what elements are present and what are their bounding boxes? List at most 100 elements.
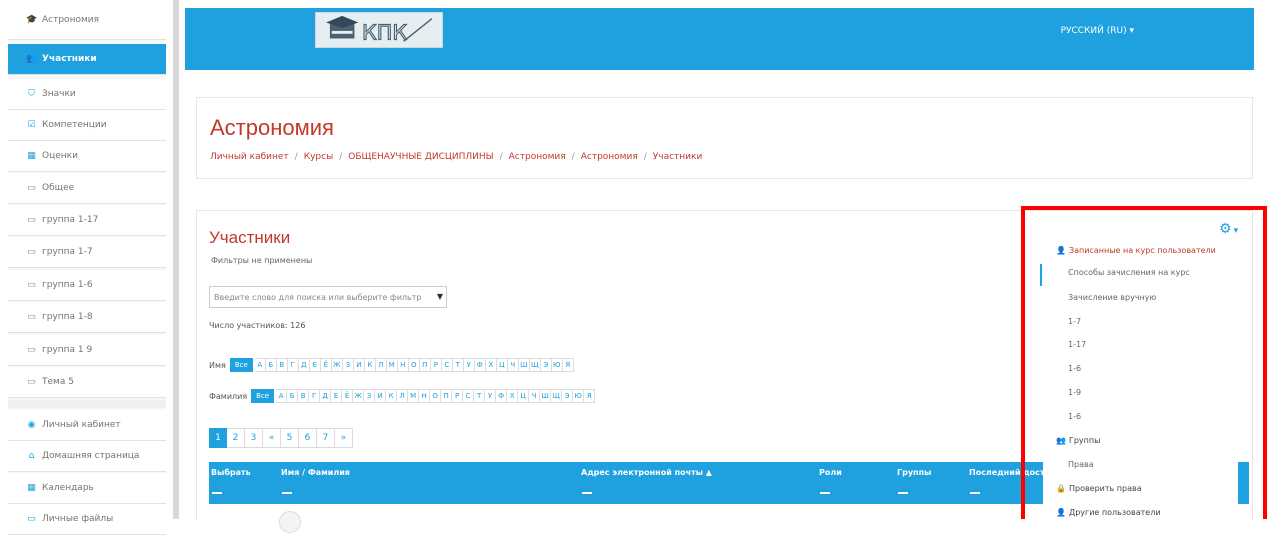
letter-filter[interactable]: И xyxy=(353,358,365,372)
letter-filter[interactable]: Э xyxy=(540,358,552,372)
sidebar-nav-item[interactable]: ◉ Личный кабинет xyxy=(8,410,166,441)
letter-filter[interactable]: И xyxy=(375,389,387,403)
letter-filter[interactable]: Э xyxy=(562,389,574,403)
letter-filter[interactable]: У xyxy=(463,358,475,372)
menu-item[interactable]: Способы зачисления на курс xyxy=(1043,263,1238,281)
letter-filter[interactable]: В xyxy=(276,358,288,372)
letter-filter[interactable]: Ц xyxy=(518,389,530,403)
letter-filter[interactable]: З xyxy=(342,358,354,372)
sidebar-scroll-strip[interactable] xyxy=(173,0,179,519)
page-link[interactable]: 1 xyxy=(209,428,227,448)
breadcrumb-link[interactable]: Астрономия xyxy=(509,152,566,162)
letter-filter[interactable]: Ш xyxy=(518,358,530,372)
sidebar-item[interactable]: ▭ группа 1-8 xyxy=(8,302,166,333)
page-link[interactable]: » xyxy=(335,428,353,448)
menu-item[interactable]: 👤 Другие пользователи xyxy=(1043,503,1238,521)
letter-filter[interactable]: Ж xyxy=(331,358,343,372)
letter-filter[interactable]: Ш xyxy=(540,389,552,403)
letter-filter[interactable]: Х xyxy=(507,389,519,403)
menu-item[interactable]: Зачисление вручную xyxy=(1043,288,1238,306)
sidebar-item[interactable]: ☑ Компетенции xyxy=(8,110,166,141)
letter-filter[interactable]: А xyxy=(276,389,288,403)
menu-item[interactable]: 🔒 Проверить права xyxy=(1043,479,1238,497)
letter-filter[interactable]: Ф xyxy=(496,389,508,403)
breadcrumb-link[interactable]: Участники xyxy=(653,152,703,162)
sidebar-item[interactable]: ▭ группа 1-7 xyxy=(8,237,166,268)
letter-filter[interactable]: М xyxy=(386,358,398,372)
last-name-all-button[interactable]: Все xyxy=(251,389,275,403)
column-header[interactable]: Роли xyxy=(819,468,842,477)
letter-filter[interactable]: Я xyxy=(562,358,574,372)
letter-filter[interactable]: Ю xyxy=(551,358,563,372)
page-link[interactable]: 5 xyxy=(281,428,299,448)
first-name-all-button[interactable]: Все xyxy=(229,358,253,372)
letter-filter[interactable]: У xyxy=(485,389,497,403)
sidebar-item[interactable]: ⛉ Значки xyxy=(8,79,166,110)
letter-filter[interactable]: Р xyxy=(430,358,442,372)
breadcrumb-link[interactable]: ОБЩЕНАУЧНЫЕ ДИСЦИПЛИНЫ xyxy=(348,152,493,162)
letter-filter[interactable]: Д xyxy=(298,358,310,372)
letter-filter[interactable]: Р xyxy=(452,389,464,403)
letter-filter[interactable]: Г xyxy=(309,389,321,403)
sidebar-nav-item[interactable]: ▦ Календарь xyxy=(8,473,166,504)
settings-gear-button[interactable]: ⚙ ▾ xyxy=(1219,221,1238,237)
letter-filter[interactable]: Щ xyxy=(529,358,541,372)
letter-filter[interactable]: Л xyxy=(375,358,387,372)
letter-filter[interactable]: Ф xyxy=(474,358,486,372)
sidebar-nav-item[interactable]: ⌂ Домашняя страница xyxy=(8,441,166,472)
menu-item[interactable]: 1-17 xyxy=(1043,335,1238,353)
menu-item[interactable]: Права xyxy=(1043,455,1238,473)
avatar[interactable] xyxy=(279,511,301,533)
letter-filter[interactable]: О xyxy=(430,389,442,403)
filter-dropdown-icon[interactable]: ▼ xyxy=(437,292,443,301)
letter-filter[interactable]: Е xyxy=(309,358,321,372)
letter-filter[interactable]: Я xyxy=(584,389,596,403)
sidebar-item[interactable]: ▭ группа 1-17 xyxy=(8,205,166,236)
page-link[interactable]: 6 xyxy=(299,428,317,448)
sidebar-item[interactable]: ▭ Тема 5 xyxy=(8,367,166,398)
page-link[interactable]: 7 xyxy=(317,428,335,448)
letter-filter[interactable]: Е xyxy=(331,389,343,403)
column-header[interactable]: Группы xyxy=(897,468,931,477)
letter-filter[interactable]: Щ xyxy=(551,389,563,403)
letter-filter[interactable]: П xyxy=(419,358,431,372)
column-header[interactable]: Адрес электронной почты ▲ xyxy=(581,468,712,477)
letter-filter[interactable]: Ю xyxy=(573,389,585,403)
page-link[interactable]: 3 xyxy=(245,428,263,448)
page-link[interactable]: 2 xyxy=(227,428,245,448)
menu-item[interactable]: 1-6 xyxy=(1043,359,1238,377)
sidebar-item[interactable]: 🎓 Астрономия xyxy=(8,0,166,40)
letter-filter[interactable]: З xyxy=(364,389,376,403)
letter-filter[interactable]: Х xyxy=(485,358,497,372)
letter-filter[interactable]: Б xyxy=(287,389,299,403)
letter-filter[interactable]: К xyxy=(386,389,398,403)
breadcrumb-link[interactable]: Астрономия xyxy=(581,152,638,162)
letter-filter[interactable]: К xyxy=(364,358,376,372)
letter-filter[interactable]: М xyxy=(408,389,420,403)
letter-filter[interactable]: Т xyxy=(474,389,486,403)
breadcrumb-link[interactable]: Личный кабинет xyxy=(210,152,289,162)
letter-filter[interactable]: С xyxy=(463,389,475,403)
breadcrumb-link[interactable]: Курсы xyxy=(304,152,333,162)
language-selector[interactable]: РУССКИЙ (RU) ▾ xyxy=(1061,26,1134,36)
letter-filter[interactable]: Л xyxy=(397,389,409,403)
site-logo[interactable]: КПК xyxy=(315,12,443,48)
sidebar-item[interactable]: 👥 Участники xyxy=(8,44,166,75)
letter-filter[interactable]: В xyxy=(298,389,310,403)
letter-filter[interactable]: Ж xyxy=(353,389,365,403)
column-header[interactable]: Имя / Фамилия xyxy=(281,468,350,477)
menu-item[interactable]: 1-9 xyxy=(1043,383,1238,401)
letter-filter[interactable]: Г xyxy=(287,358,299,372)
sidebar-item[interactable]: ▦ Оценки xyxy=(8,141,166,172)
letter-filter[interactable]: О xyxy=(408,358,420,372)
letter-filter[interactable]: Н xyxy=(397,358,409,372)
letter-filter[interactable]: Ё xyxy=(320,358,332,372)
letter-filter[interactable]: С xyxy=(441,358,453,372)
sidebar-nav-item[interactable]: ▭ Личные файлы xyxy=(8,504,166,535)
letter-filter[interactable]: Н xyxy=(419,389,431,403)
letter-filter[interactable]: Ч xyxy=(529,389,541,403)
letter-filter[interactable]: Д xyxy=(320,389,332,403)
letter-filter[interactable]: Т xyxy=(452,358,464,372)
letter-filter[interactable]: Б xyxy=(265,358,277,372)
letter-filter[interactable]: Ё xyxy=(342,389,354,403)
